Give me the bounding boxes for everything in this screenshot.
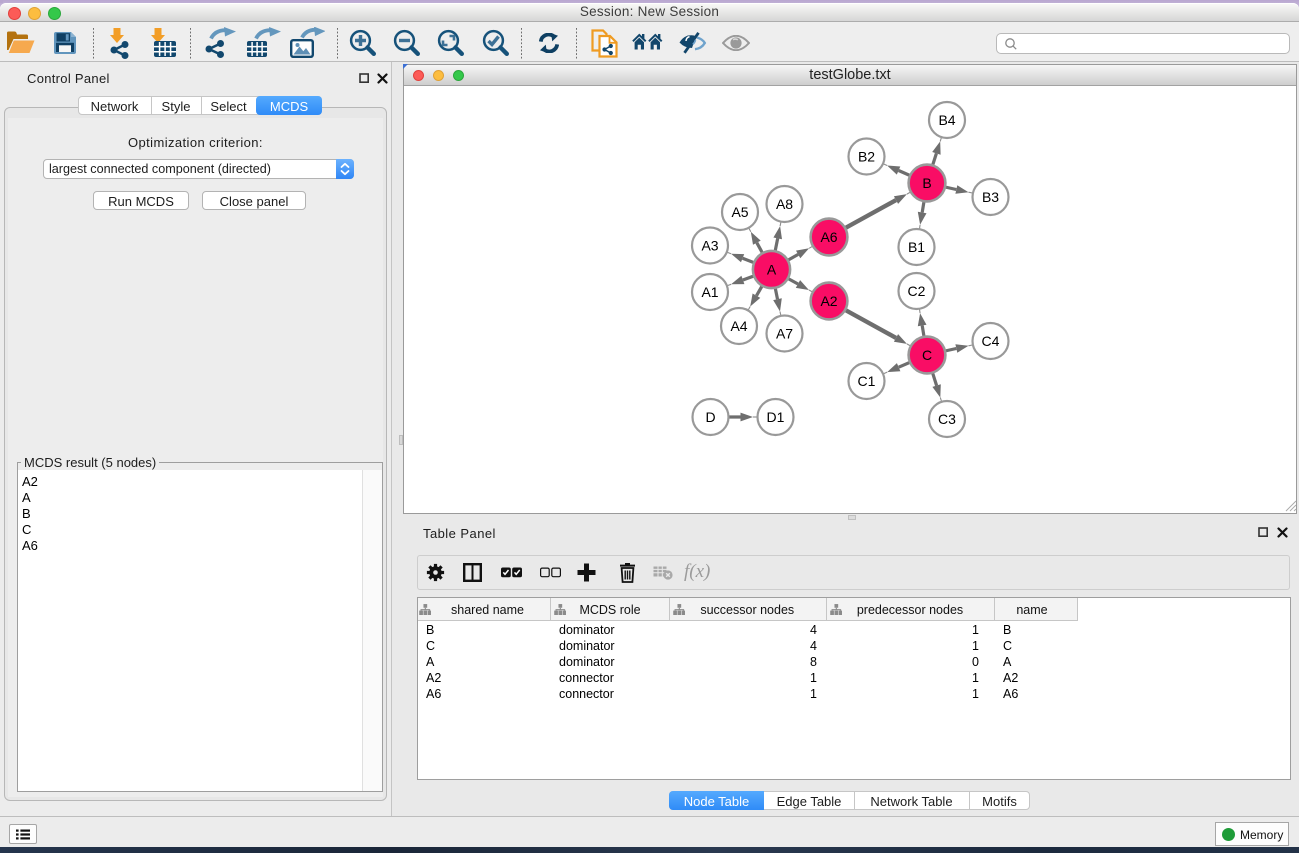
svg-text:D: D bbox=[705, 409, 715, 425]
svg-text:C4: C4 bbox=[982, 333, 1000, 349]
svg-text:B2: B2 bbox=[858, 148, 875, 164]
svg-text:A6: A6 bbox=[820, 229, 837, 245]
svg-text:B3: B3 bbox=[982, 189, 999, 205]
svg-text:C3: C3 bbox=[938, 411, 956, 427]
svg-text:B: B bbox=[922, 175, 931, 191]
svg-text:B4: B4 bbox=[938, 112, 955, 128]
svg-text:C: C bbox=[922, 347, 932, 363]
svg-text:C1: C1 bbox=[858, 373, 876, 389]
svg-text:B1: B1 bbox=[908, 239, 925, 255]
svg-text:A5: A5 bbox=[731, 204, 748, 220]
svg-text:A1: A1 bbox=[701, 284, 718, 300]
svg-text:D1: D1 bbox=[767, 409, 785, 425]
svg-text:A: A bbox=[767, 261, 777, 277]
svg-text:A3: A3 bbox=[701, 237, 718, 253]
svg-text:A7: A7 bbox=[776, 325, 793, 341]
svg-text:C2: C2 bbox=[908, 283, 926, 299]
svg-text:A2: A2 bbox=[820, 293, 837, 309]
svg-text:A8: A8 bbox=[776, 196, 793, 212]
svg-text:A4: A4 bbox=[730, 318, 747, 334]
